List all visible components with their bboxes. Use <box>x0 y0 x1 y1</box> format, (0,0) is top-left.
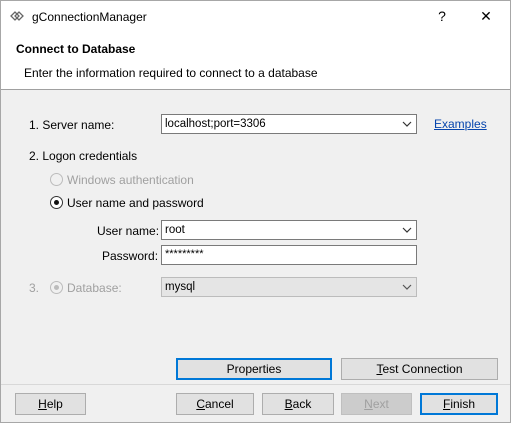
back-rest: ack <box>292 397 312 411</box>
finish-rest: inish <box>450 397 476 411</box>
window-title: gConnectionManager <box>32 10 147 24</box>
chevron-down-icon[interactable] <box>401 224 413 236</box>
windows-auth-radio[interactable] <box>50 173 63 186</box>
user-pass-label: User name and password <box>67 196 204 210</box>
windows-auth-label: Windows authentication <box>67 173 194 187</box>
password-value: ********* <box>165 248 204 260</box>
wizard-header: Connect to Database Enter the informatio… <box>1 32 510 90</box>
radio-selected-dot <box>54 285 59 290</box>
back-button[interactable]: Back <box>262 393 334 415</box>
radio-selected-dot <box>54 200 59 205</box>
server-name-label: 1. Server name: <box>29 118 115 132</box>
server-name-value: localhost;port=3306 <box>165 118 266 130</box>
finish-button[interactable]: Finish <box>420 393 498 415</box>
server-name-combobox[interactable]: localhost;port=3306 <box>161 114 417 134</box>
user-pass-radio[interactable] <box>50 196 63 209</box>
password-field[interactable]: ********* <box>161 245 417 265</box>
help-mnemonic: H <box>38 397 47 411</box>
properties-button[interactable]: Properties <box>176 358 332 380</box>
title-bar: gConnectionManager ? ✕ <box>1 1 510 32</box>
connection-manager-icon <box>10 11 24 21</box>
page-subtitle: Enter the information required to connec… <box>24 66 318 80</box>
cancel-rest: ancel <box>204 397 234 411</box>
test-connection-rest: est Connection <box>382 362 463 376</box>
cancel-mnemonic: C <box>196 397 205 411</box>
next-mnemonic: N <box>364 397 373 411</box>
chevron-down-icon[interactable] <box>401 118 413 130</box>
help-button[interactable]: Help <box>15 393 86 415</box>
database-step-label: 3. <box>29 281 40 295</box>
help-title-button[interactable]: ? <box>424 1 460 32</box>
username-label: User name: <box>97 224 160 238</box>
next-button[interactable]: Next <box>341 393 412 415</box>
database-combobox[interactable]: mysql <box>161 277 417 297</box>
test-connection-button[interactable]: Test Connection <box>341 358 498 380</box>
footer-separator <box>1 384 510 385</box>
help-rest: elp <box>46 397 63 411</box>
back-mnemonic: B <box>284 397 293 411</box>
next-rest: ext <box>372 397 389 411</box>
database-label: Database: <box>67 281 122 295</box>
logon-credentials-label: 2. Logon credentials <box>29 149 138 163</box>
close-button[interactable]: ✕ <box>468 1 504 32</box>
examples-link[interactable]: Examples <box>434 117 487 131</box>
database-value: mysql <box>165 281 196 293</box>
dialog-window: gConnectionManager ? ✕ Connect to Databa… <box>0 0 511 423</box>
cancel-button[interactable]: Cancel <box>176 393 254 415</box>
username-value: root <box>165 224 185 236</box>
chevron-down-icon[interactable] <box>401 281 413 293</box>
password-label: Password: <box>102 249 159 263</box>
database-radio[interactable] <box>50 281 63 294</box>
username-combobox[interactable]: root <box>161 220 417 240</box>
page-title: Connect to Database <box>16 42 136 56</box>
